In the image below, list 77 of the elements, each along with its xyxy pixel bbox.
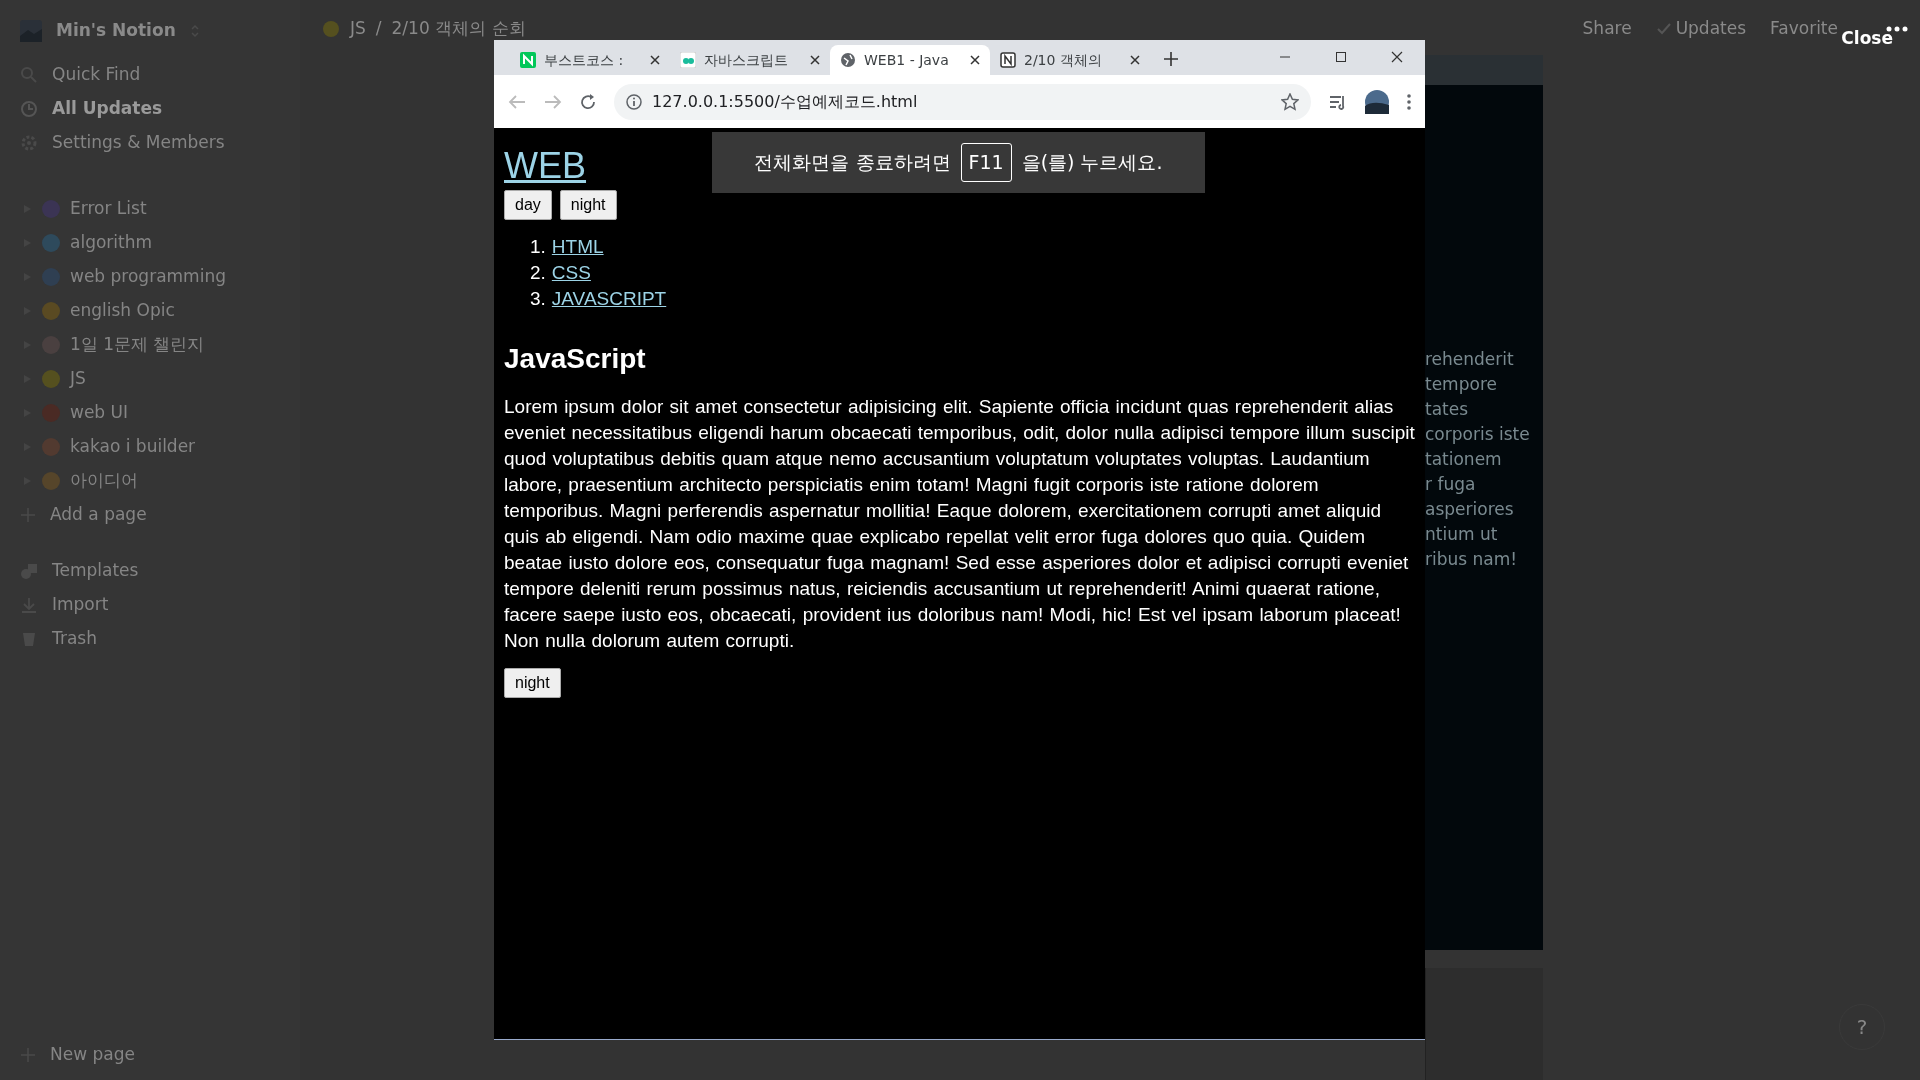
topbar-action[interactable]: Favorite [1770,16,1838,42]
site-logo-icon [680,52,696,68]
maximize-icon[interactable] [1335,50,1347,63]
nav-link[interactable]: CSS [551,260,591,286]
text-fragment: tempore [1425,373,1498,396]
playlist-icon[interactable] [1329,93,1347,110]
notice-text: 전체화면을 종료하려면 [754,150,951,176]
more-icon[interactable] [1407,93,1411,110]
browser-tab[interactable]: 부스트코스 : [510,45,670,75]
sidebar-page[interactable]: kakao i builder [0,430,300,464]
browser-tab[interactable]: 2/10 객체의 [990,45,1150,75]
page-button[interactable]: night [559,190,617,220]
page-button[interactable]: night [504,668,561,698]
new-tab-icon[interactable] [1164,52,1178,66]
browser-tab[interactable]: WEB1 - Java [830,45,990,75]
text-fragment: asperiores [1425,498,1515,521]
sidebar-page[interactable]: web UI [0,396,300,430]
close-icon[interactable] [1130,55,1140,65]
address-bar[interactable]: 127.0.0.1:5500/수업예제코드.html [614,83,1311,120]
site-logo-icon [1000,52,1016,68]
close-icon[interactable] [810,55,820,65]
nav-link[interactable]: HTML [551,234,604,260]
sidebar-item[interactable]: All Updates [0,92,300,126]
text-fragment: ribus nam! [1425,548,1519,571]
close-icon[interactable] [1391,50,1403,63]
key-label: F11 [960,143,1012,182]
workspace-name[interactable]: Min's Notion [56,18,176,44]
text-fragment: r fuga [1425,473,1477,496]
browser-tab[interactable]: 자바스크립트 [670,45,830,75]
list-number: 2. [530,261,546,285]
star-icon[interactable] [1281,92,1299,111]
text-fragment: corporis iste [1425,423,1531,446]
sidebar-page[interactable]: algorithm [0,226,300,260]
page-icon [322,20,340,38]
sidebar-page[interactable]: english Opic [0,294,300,328]
info-icon [626,93,642,110]
topbar-action[interactable]: Updates [1655,16,1747,42]
sidebar-page[interactable]: JS [0,362,300,396]
breadcrumb-item[interactable]: JS [350,16,366,42]
sidebar-page[interactable]: 1일 1문제 챌린지 [0,328,300,362]
avatar-icon[interactable] [1365,89,1389,114]
close-icon[interactable] [650,55,660,65]
page-button[interactable]: day [504,190,552,220]
more-icon [1886,26,1908,32]
page-title-link[interactable]: WEB [504,144,586,188]
globe-icon [840,52,856,68]
reload-icon[interactable] [580,93,596,110]
text-fragment: ntium ut [1425,523,1499,546]
close-button[interactable]: Close [1841,26,1893,52]
breadcrumb-separator: / [375,17,382,41]
sidebar-item[interactable]: Trash [0,622,300,656]
sidebar-item[interactable]: Templates [0,554,300,588]
url-text: 127.0.0.1:5500/수업예제코드.html [652,90,918,113]
workspace-icon [20,20,42,42]
text-fragment: tationem [1425,448,1503,471]
sidebar-item[interactable]: Settings & Members [0,126,300,160]
add-page-button[interactable]: Add a page [0,498,300,532]
sidebar-item[interactable]: Import [0,588,300,622]
site-logo-icon [520,52,536,68]
heading: JavaScript [504,342,647,376]
clock-icon [20,100,38,118]
topbar-action[interactable]: Share [1582,16,1632,42]
text-fragment: rehenderit [1425,348,1515,371]
paragraph: Lorem ipsum dolor sit amet consectetur adipisicing elit. Sapiente officia incidunt quas reprehenderit alias eveniet necessitatibus eligendi harum obcaecati temporibus, odit, dolor nulla adipisci tempore illum suscipit quod voluptatibus debitis quam atque nemo accusantium voluptatum voluptates voluptas. Laudantium labore, praesentium architecto perspiciatis enim totam! Magni fugit corporis iste ratione dolorem temporibus. Magni perferendis aspernatur mollitia! Eaque dolorem, exercitationem corrupti amet aliquid quis ab eligendi. Nam odio maxime quae explicabo repellat velit error fuga dolores quo quia. Quidem beatae iusto dolore eos, consequatur fuga magnam! Sed esse asperiores dolor et adipisci corrupti eveniet tempore deleniti rerum possimus natus, reiciendis accusantium ut reprehenderit! Animi quaerat ratione, facere saepe iusto eos, obcaecati, provident ius doloribus nam! Modi, hic! Est vel ipsam laborum placeat! Non nulla dolorum autem corrupti. [504,395,1415,653]
nav-link[interactable]: JAVASCRIPT [551,286,667,312]
list-number: 1. [530,235,546,259]
sidebar-page[interactable]: web programming [0,260,300,294]
check-icon [1655,22,1672,36]
breadcrumb-item[interactable]: 2/10 객체의 순회 [391,16,526,42]
list-number: 3. [530,287,546,311]
sidebar-item[interactable]: Quick Find [0,58,300,92]
text-fragment: tates [1425,398,1470,421]
close-icon[interactable] [970,55,980,65]
notice-text: 을(를) 누르세요. [1021,150,1163,176]
sidebar-page[interactable]: Error List [0,192,300,226]
sidebar-page[interactable]: 아이디어 [0,464,300,498]
new-page-button[interactable]: New page [0,1038,300,1072]
